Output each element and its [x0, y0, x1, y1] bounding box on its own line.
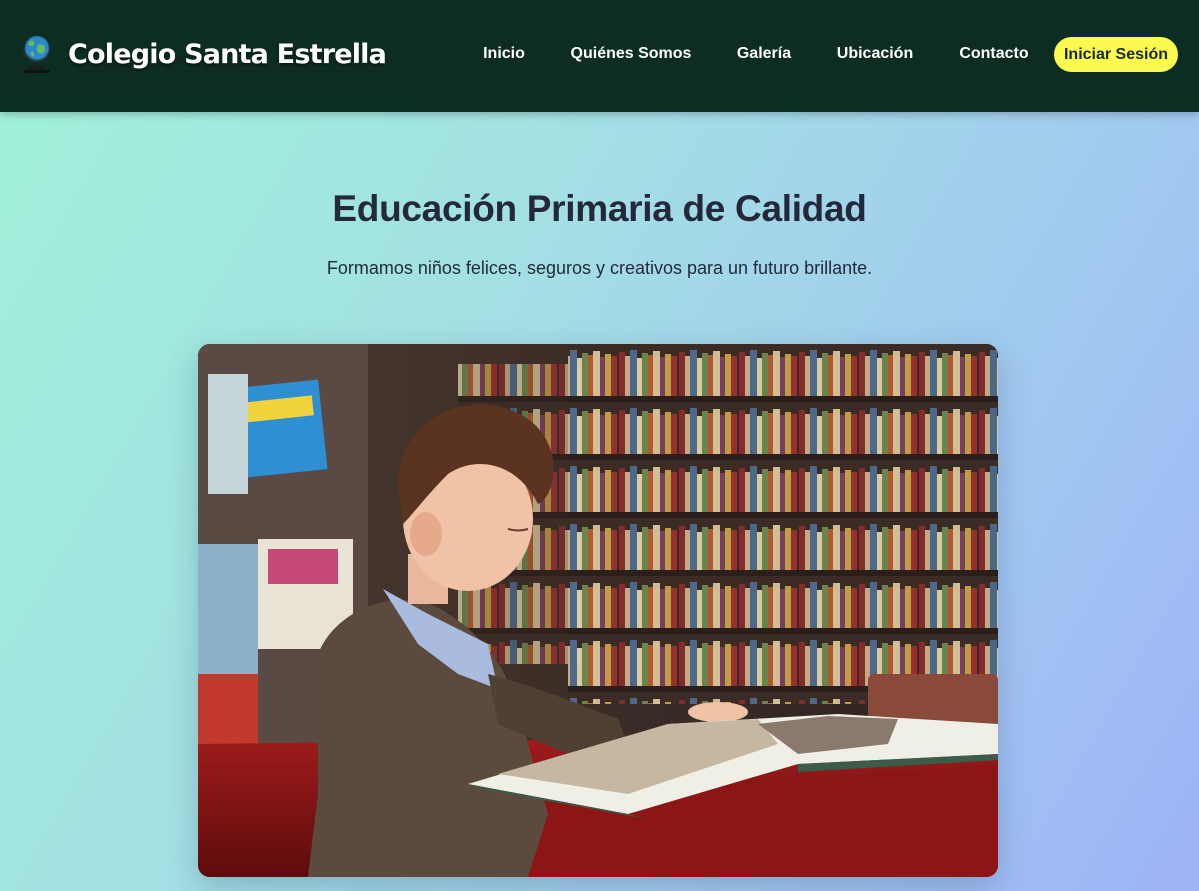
- brand-name: Colegio Santa Estrella: [68, 38, 387, 70]
- brand[interactable]: Colegio Santa Estrella: [20, 32, 387, 76]
- login-button[interactable]: Iniciar Sesión: [1054, 37, 1178, 72]
- nav-link-galeria[interactable]: Galería: [722, 36, 806, 72]
- hero-photo: [198, 344, 998, 877]
- site-header: Colegio Santa Estrella Inicio Quiénes So…: [0, 0, 1199, 112]
- hero-subtitle: Formamos niños felices, seguros y creati…: [326, 258, 873, 278]
- child-reading-photo: [198, 344, 998, 877]
- globe-icon: [23, 35, 50, 73]
- nav-link-inicio[interactable]: Inicio: [466, 36, 542, 72]
- nav-link-ubicacion[interactable]: Ubicación: [824, 36, 926, 72]
- nav-link-contacto[interactable]: Contacto: [946, 36, 1042, 72]
- nav-link-quienes-somos[interactable]: Quiénes Somos: [560, 36, 702, 72]
- hero-title: Educación Primaria de Calidad: [332, 188, 867, 229]
